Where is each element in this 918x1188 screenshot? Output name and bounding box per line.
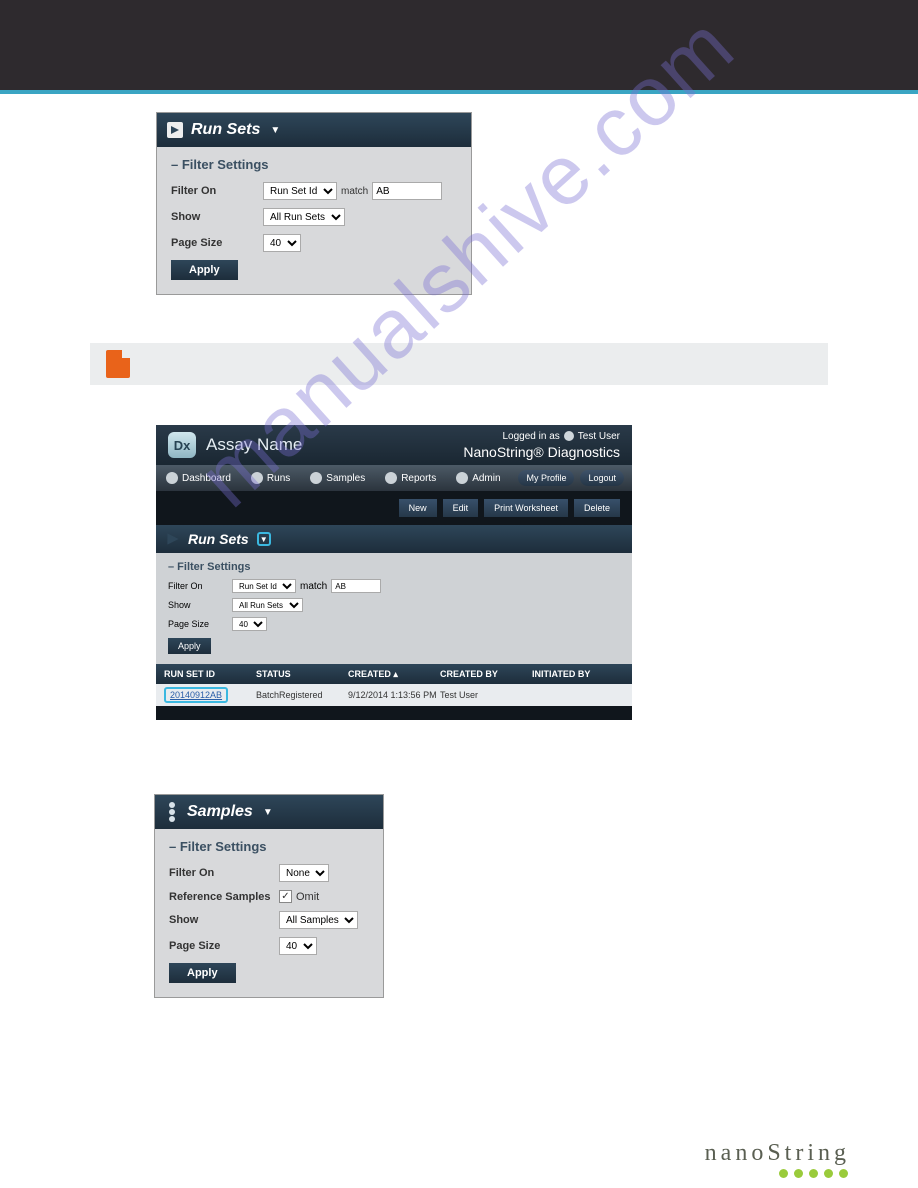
page-size-label: Page Size [171, 237, 263, 249]
runset-id-link[interactable]: 20140912AB [164, 687, 228, 703]
table-header: RUN SET ID STATUS CREATED ▴ CREATED BY I… [156, 664, 632, 684]
print-worksheet-button[interactable]: Print Worksheet [484, 499, 568, 517]
page-size-label: Page Size [169, 940, 279, 952]
note-bar [90, 343, 828, 385]
filter-on-select[interactable]: Run Set Id [232, 579, 296, 593]
cell-status: BatchRegistered [256, 690, 348, 700]
delete-button[interactable]: Delete [574, 499, 620, 517]
new-button[interactable]: New [399, 499, 437, 517]
cell-createdby: Test User [440, 690, 532, 700]
match-label: match [341, 186, 368, 197]
user-icon [564, 431, 574, 441]
table-row: 20140912AB BatchRegistered 9/12/2014 1:1… [156, 684, 632, 706]
omit-label: Omit [296, 891, 319, 903]
menu-dashboard[interactable]: Dashboard [156, 465, 241, 491]
samples-title: Samples [187, 803, 253, 821]
dropdown-icon[interactable]: ▼ [263, 807, 273, 818]
col-runsetid[interactable]: RUN SET ID [164, 669, 256, 679]
cell-created: 9/12/2014 1:13:56 PM [348, 690, 440, 700]
apply-button[interactable]: Apply [171, 260, 238, 280]
arrow-right-icon [166, 532, 180, 546]
dropdown-icon-highlighted[interactable]: ▼ [257, 532, 271, 546]
samples-icon [310, 472, 322, 484]
menu-samples[interactable]: Samples [300, 465, 375, 491]
apply-button[interactable]: Apply [168, 638, 211, 654]
col-status[interactable]: STATUS [256, 669, 348, 679]
runs-icon [251, 472, 263, 484]
logo-dots-icon [705, 1169, 850, 1178]
edit-button[interactable]: Edit [443, 499, 479, 517]
col-initiatedby[interactable]: INITIATED BY [532, 669, 624, 679]
dashboard-icon [166, 472, 178, 484]
col-created[interactable]: CREATED ▴ [348, 669, 440, 680]
match-label: match [300, 581, 327, 592]
user-name: Test User [578, 431, 620, 442]
my-profile-button[interactable]: My Profile [518, 470, 574, 486]
runsets-title: Run Sets [191, 121, 260, 139]
footer-logo: nanoString [705, 1140, 850, 1178]
logout-button[interactable]: Logout [580, 470, 624, 486]
show-label: Show [169, 914, 279, 926]
logged-in-label: Logged in as [502, 431, 559, 442]
note-icon [106, 350, 130, 378]
show-select[interactable]: All Samples [279, 911, 358, 929]
admin-icon [456, 472, 468, 484]
omit-checkbox[interactable]: ✓ [279, 890, 292, 903]
reports-icon [385, 472, 397, 484]
filter-on-label: Filter On [169, 867, 279, 879]
filter-settings-label: – Filter Settings [169, 839, 369, 854]
show-select[interactable]: All Run Sets [232, 598, 303, 612]
dx-badge: Dx [168, 432, 196, 458]
filter-on-label: Filter On [171, 185, 263, 197]
reference-samples-label: Reference Samples [169, 891, 279, 903]
updown-icon [165, 802, 179, 822]
arrow-right-icon [167, 122, 183, 138]
filter-on-select[interactable]: None [279, 864, 329, 882]
show-label: Show [171, 211, 263, 223]
match-input[interactable] [372, 182, 442, 200]
filter-on-select[interactable]: Run Set Id [263, 182, 337, 200]
filter-on-label: Filter On [168, 581, 232, 591]
match-input[interactable] [331, 579, 381, 593]
runsets-filter-panel: Run Sets ▼ – Filter Settings Filter On R… [156, 112, 828, 295]
col-createdby[interactable]: CREATED BY [440, 669, 532, 679]
show-select[interactable]: All Run Sets [263, 208, 345, 226]
page-size-select[interactable]: 40 [279, 937, 317, 955]
app-screenshot: Dx Assay Name Logged in as Test User Nan… [156, 425, 632, 720]
runsets-panel-header: Run Sets ▼ [157, 113, 471, 147]
apply-button[interactable]: Apply [169, 963, 236, 983]
samples-filter-panel: Samples ▼ – Filter Settings Filter On No… [154, 794, 828, 998]
menubar: Dashboard Runs Samples Reports Admin My … [156, 465, 632, 491]
nanostring-logo-text: nanoString [705, 1140, 850, 1167]
page-size-label: Page Size [168, 619, 232, 629]
menu-runs[interactable]: Runs [241, 465, 300, 491]
top-bar [0, 0, 918, 94]
assay-name: Assay Name [206, 435, 302, 455]
dropdown-icon[interactable]: ▼ [270, 125, 280, 136]
brand-label: NanoString® Diagnostics [463, 444, 620, 460]
logged-in-row: Logged in as Test User [463, 431, 620, 442]
filter-settings-label: – Filter Settings [171, 157, 457, 172]
runsets-title: Run Sets [188, 531, 249, 547]
samples-panel-header: Samples ▼ [155, 795, 383, 829]
page-size-select[interactable]: 40 [263, 234, 301, 252]
show-label: Show [168, 600, 232, 610]
filter-settings-label: – Filter Settings [168, 561, 620, 573]
menu-admin[interactable]: Admin [446, 465, 510, 491]
page-size-select[interactable]: 40 [232, 617, 267, 631]
menu-reports[interactable]: Reports [375, 465, 446, 491]
